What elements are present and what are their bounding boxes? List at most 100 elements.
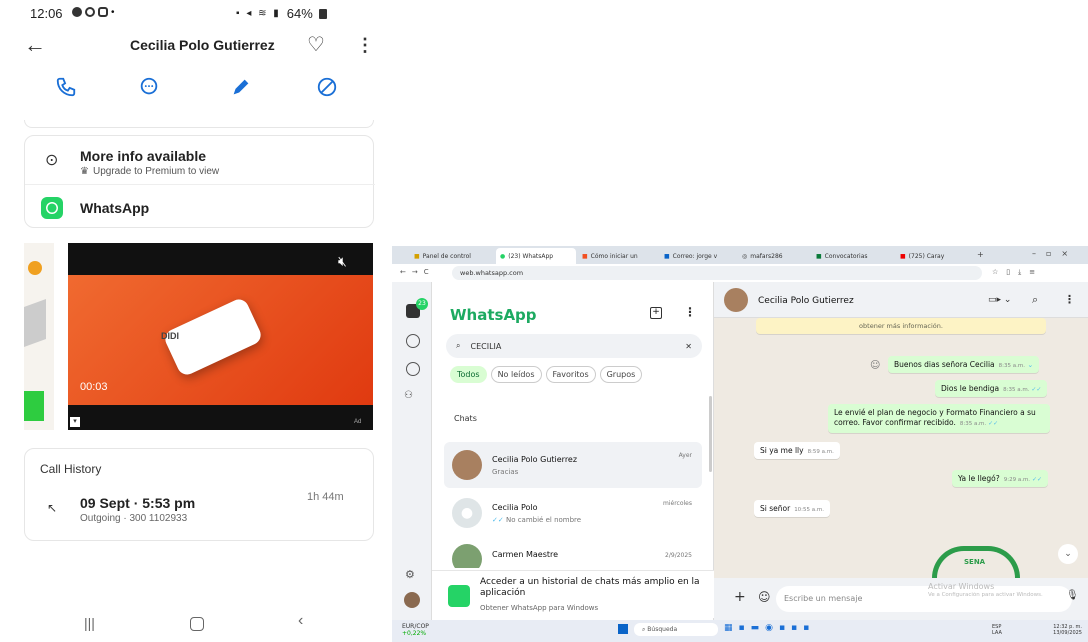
profile-avatar[interactable]	[404, 592, 420, 608]
message-out-1[interactable]: Buenos dias señora Cecilia 8:35 a.m. ⌄	[888, 356, 1040, 373]
browser-tool-icons[interactable]: ☆▯⤓≡	[992, 268, 1043, 277]
chat-item-cecilia-polo-gutierrez[interactable]: Cecilia Polo Gutierrez Gracias Ayer	[444, 442, 702, 488]
whatsapp-app-icon	[448, 585, 470, 607]
activate-windows-title: Activar Windows	[928, 582, 995, 591]
tab-mafars[interactable]: ◎ mafars286	[738, 248, 810, 264]
sena-text: SENA	[964, 558, 986, 566]
chat-search-icon[interactable]: ⌕	[1032, 293, 1038, 307]
taskbar-clock[interactable]: 12:32 p. m. 13/09/2025	[1036, 624, 1082, 636]
filter-todos[interactable]: Todos	[450, 366, 487, 383]
contact-info-card: ⊙ More info available ♛ Upgrade to Premiu…	[24, 135, 375, 228]
chat-time: Ayer	[678, 452, 692, 459]
status-icon[interactable]	[406, 334, 420, 348]
tab-correo[interactable]: ■ Correo: jorge v	[660, 248, 736, 264]
video-time: 00:03	[80, 381, 108, 393]
tab-panel[interactable]: ■ Panel de control	[410, 248, 496, 264]
contact-name: Cecilia Polo Gutierrez	[130, 37, 275, 53]
card-bottom-edge	[24, 120, 374, 128]
taskbar-apps[interactable]: ▦▪▬◉▪▪▪	[724, 623, 815, 633]
status-icons: •	[72, 7, 115, 18]
recent-apps-icon[interactable]: |||	[84, 615, 95, 631]
communities-icon[interactable]: ⚇	[404, 390, 413, 401]
phone-screen: 12:06 • ▪ ◂ ≋ ▮ 64% ← Cecilia Polo Gutier…	[0, 0, 392, 642]
channels-icon[interactable]	[406, 362, 420, 376]
ad-video[interactable]: DIDI 🔇︎ 00:03 Ad ▾	[68, 243, 373, 430]
attach-plus-icon[interactable]: +	[734, 589, 746, 605]
settings-icon[interactable]: ⚙	[405, 568, 415, 581]
ad-brand: DIDI	[161, 331, 179, 341]
url-field[interactable]: web.whatsapp.com	[452, 266, 982, 280]
more-info-sub[interactable]: ♛ Upgrade to Premium to view	[80, 166, 219, 177]
chat-name: Carmen Maestre	[492, 550, 559, 559]
call-history-card: Call History ↖ 09 Sept · 5:53 pm Outgoin…	[24, 448, 374, 541]
taskbar-search[interactable]: ⌕ Búsqueda	[634, 623, 718, 636]
tab-como-iniciar[interactable]: ■ Cómo iniciar un	[578, 248, 658, 264]
heart-icon[interactable]: ♡	[305, 33, 327, 56]
contact-avatar	[452, 450, 482, 480]
browser-window: ■ Panel de control ● (23) WhatsApp ■ Cómo i…	[392, 246, 1088, 642]
emoji-react-icon[interactable]: ☺	[870, 360, 880, 371]
header-contact-name[interactable]: Cecilia Polo Gutierrez	[758, 296, 854, 306]
wa-title: WhatsApp	[450, 306, 537, 324]
message-icon[interactable]	[136, 74, 162, 100]
search-icon: ⌕	[456, 341, 461, 350]
more-options-icon[interactable]: ⋮	[356, 34, 374, 56]
carousel-prev-card[interactable]	[24, 243, 54, 430]
chat-item-carmen-maestre[interactable]: Carmen Maestre 2/9/2025	[444, 538, 702, 568]
nav-buttons[interactable]: ←→C	[400, 268, 435, 276]
chat-time: 2/9/2025	[665, 552, 692, 559]
microphone-icon[interactable]: 🎙︎	[1066, 590, 1079, 601]
ad-choices-icon[interactable]: ▾	[70, 417, 80, 427]
clear-search-icon[interactable]: ✕	[685, 342, 692, 351]
whatsapp-label[interactable]: WhatsApp	[80, 200, 149, 216]
home-icon[interactable]	[190, 617, 204, 631]
message-input[interactable]: Escribe un mensaje	[776, 586, 1072, 612]
tab-convocatorias[interactable]: ■ Convocatorias	[812, 248, 894, 264]
chat-time: miércoles	[663, 500, 692, 507]
message-in-2[interactable]: Si señor 10:55 a.m.	[754, 500, 831, 517]
promo-sub: Obtener WhatsApp para Windows	[480, 604, 599, 612]
new-chat-icon[interactable]: +	[650, 307, 662, 319]
block-icon[interactable]	[314, 74, 340, 100]
mute-icon[interactable]: 🔇︎	[338, 253, 347, 270]
call-date[interactable]: 09 Sept · 5:53 pm	[80, 495, 195, 511]
chat-menu-icon[interactable]: ⋮	[1064, 293, 1075, 306]
windows-start-icon[interactable]	[618, 624, 628, 634]
message-out-2[interactable]: Dios le bendiga 8:35 a.m. ✓✓	[935, 380, 1048, 397]
chat-name: Cecilia Polo	[492, 502, 538, 512]
chat-item-cecilia-polo[interactable]: ● Cecilia Polo ✓✓ No cambié el nombre mi…	[444, 490, 702, 536]
system-note: obtener más información.	[756, 318, 1046, 334]
window-controls[interactable]: –▫×	[1032, 249, 1078, 258]
ad-label: Ad	[354, 419, 362, 425]
scroll-down-button[interactable]: ⌄	[1058, 544, 1078, 564]
fx-widget[interactable]: EUR/COP +0,22%	[402, 623, 429, 637]
phone-call-icon[interactable]	[53, 74, 79, 100]
new-tab-button[interactable]: +	[977, 250, 984, 259]
header-avatar[interactable]	[724, 288, 748, 312]
message-in-1[interactable]: Si ya me lly 8:59 a.m.	[754, 442, 840, 459]
back-arrow-icon[interactable]: ←	[24, 32, 46, 57]
filter-no-leidos[interactable]: No leídos	[490, 366, 542, 383]
nav-back-icon[interactable]: ‹	[298, 612, 303, 630]
promo-banner[interactable]: Acceder a un historial de chats más ampl…	[432, 570, 714, 618]
taskbar-lang[interactable]: ESP LAA	[992, 624, 1002, 636]
chat-name: Cecilia Polo Gutierrez	[492, 454, 578, 464]
chat-preview: Gracias	[492, 467, 519, 476]
location-pin-icon: ⊙	[45, 152, 59, 169]
filter-favoritos[interactable]: Favoritos	[545, 366, 596, 383]
message-out-4[interactable]: Ya le llegó? 9:29 a.m. ✓✓	[952, 470, 1049, 487]
emoji-icon[interactable]: ☺	[758, 590, 771, 604]
message-out-3[interactable]: Le envié el plan de negocio y Formato Fi…	[828, 404, 1050, 433]
video-call-icon[interactable]: ▭▸ ⌄	[988, 295, 1011, 305]
tab-youtube[interactable]: ■ (725) Caray	[896, 248, 972, 264]
chat-list-scrollbar[interactable]	[709, 396, 712, 472]
more-info-title[interactable]: More info available	[80, 148, 206, 164]
tab-whatsapp[interactable]: ● (23) WhatsApp	[496, 248, 576, 264]
filter-grupos[interactable]: Grupos	[599, 366, 643, 383]
call-sub: Outgoing · 300 1102933	[80, 513, 188, 524]
edit-pencil-icon[interactable]	[228, 74, 254, 100]
chats-label: Chats	[454, 414, 477, 423]
menu-icon[interactable]: ⋮	[684, 305, 696, 319]
whatsapp-icon	[41, 197, 63, 219]
search-input[interactable]: ⌕ CECILIA ✕	[446, 334, 702, 358]
